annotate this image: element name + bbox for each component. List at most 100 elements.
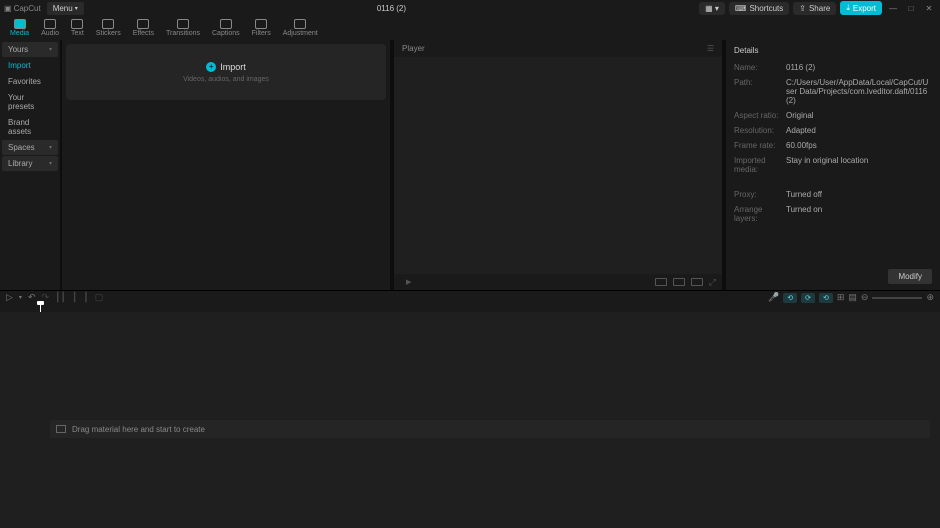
- detail-value: C:/Users/User/AppData/Local/CapCut/User …: [786, 78, 932, 105]
- player-menu-icon[interactable]: ☰: [707, 44, 714, 53]
- zoom-in-icon[interactable]: ⊕: [926, 292, 934, 303]
- media-area: + Import Videos, audios, and images: [62, 40, 390, 290]
- player-title: Player: [402, 44, 425, 53]
- link-chip-3[interactable]: ⟲: [819, 293, 833, 303]
- mic-icon[interactable]: 🎤: [768, 292, 779, 303]
- tool-label: Adjustment: [283, 30, 318, 37]
- timeline[interactable]: Drag material here and start to create: [0, 312, 940, 528]
- sidebar-item-label: Library: [8, 159, 32, 168]
- detail-label: Arrange layers:: [734, 205, 786, 223]
- detail-row: Imported media:Stay in original location: [734, 156, 932, 174]
- detail-row: Path:C:/Users/User/AppData/Local/CapCut/…: [734, 78, 932, 105]
- trim-left-icon[interactable]: ┃: [72, 292, 77, 303]
- detail-value: Turned off: [786, 190, 932, 199]
- detail-label: Name:: [734, 63, 786, 72]
- media-icon: [56, 425, 66, 433]
- layout-toggle[interactable]: ▦ ▾: [699, 2, 725, 15]
- tool-adjustment[interactable]: Adjustment: [277, 18, 324, 38]
- detail-label: Resolution:: [734, 126, 786, 135]
- magnet-icon[interactable]: ⊞: [837, 292, 845, 303]
- tool-effects[interactable]: Effects: [127, 18, 160, 38]
- share-button[interactable]: ⇪ Share: [793, 2, 836, 15]
- zoom-out-icon[interactable]: ⊖: [861, 292, 869, 303]
- tool-media[interactable]: Media: [4, 18, 35, 38]
- trim-right-icon[interactable]: ┃: [83, 292, 88, 303]
- pointer-icon[interactable]: ▷: [6, 292, 13, 303]
- effects-icon: [137, 19, 149, 29]
- detail-row: Aspect ratio:Original: [734, 111, 932, 120]
- import-label: Import: [220, 62, 246, 72]
- audio-icon: [44, 19, 56, 29]
- sidebar-item-label: Favorites: [8, 77, 41, 86]
- tool-label: Stickers: [96, 30, 121, 37]
- undo-icon[interactable]: ↶: [28, 292, 36, 303]
- sidebar-item-import[interactable]: Import: [2, 58, 58, 73]
- export-button[interactable]: ⤓ Export: [840, 1, 882, 15]
- split-icon[interactable]: ┃┃: [55, 292, 66, 303]
- tracks-icon[interactable]: ▤: [848, 292, 857, 303]
- sidebar-item-yours[interactable]: Yours: [2, 42, 58, 57]
- detail-row: Arrange layers:Turned on: [734, 205, 932, 223]
- player-panel: Player ☰ ▶ ⤢: [394, 40, 722, 290]
- timeline-ruler[interactable]: [0, 304, 940, 312]
- transitions-icon: [177, 19, 189, 29]
- menu-button[interactable]: Menu: [47, 2, 84, 15]
- detail-row: Proxy:Turned off: [734, 190, 932, 199]
- detail-value: 60.00fps: [786, 141, 932, 150]
- tool-label: Media: [10, 30, 29, 37]
- project-title: 0116 (2): [84, 4, 699, 13]
- sidebar-item-library[interactable]: Library: [2, 156, 58, 171]
- playhead[interactable]: [40, 304, 41, 312]
- detail-value: Stay in original location: [786, 156, 932, 174]
- shortcuts-button[interactable]: ⌨ Shortcuts: [729, 2, 789, 15]
- import-dropzone[interactable]: + Import Videos, audios, and images: [66, 44, 386, 100]
- sidebar-item-label: Brand assets: [8, 118, 52, 136]
- detail-row: Frame rate:60.00fps: [734, 141, 932, 150]
- pointer-chevron-icon[interactable]: ▾: [19, 294, 22, 301]
- detail-label: Proxy:: [734, 190, 786, 199]
- sidebar-item-label: Your presets: [8, 93, 52, 111]
- play-icon[interactable]: ▶: [406, 278, 411, 286]
- player-viewport: [394, 57, 722, 274]
- titlebar: CapCut Menu 0116 (2) ▦ ▾ ⌨ Shortcuts ⇪ S…: [0, 0, 940, 16]
- modify-button[interactable]: Modify: [888, 269, 932, 284]
- zoom-slider[interactable]: [872, 297, 922, 299]
- tool-audio[interactable]: Audio: [35, 18, 65, 38]
- detail-value: 0116 (2): [786, 63, 932, 72]
- detail-label: Path:: [734, 78, 786, 105]
- player-controls: ▶ ⤢: [394, 274, 722, 290]
- media-sidebar: Yours Import Favorites Your presets Brand as…: [0, 40, 60, 290]
- import-button[interactable]: + Import: [206, 62, 246, 72]
- fullscreen-icon[interactable]: [673, 278, 685, 286]
- link-chip-1[interactable]: ⟲: [783, 293, 797, 303]
- stickers-icon: [102, 19, 114, 29]
- sidebar-item-spaces[interactable]: Spaces: [2, 140, 58, 155]
- detail-label: Aspect ratio:: [734, 111, 786, 120]
- detail-value: Original: [786, 111, 932, 120]
- minimize-icon[interactable]: —: [886, 4, 900, 13]
- expand-icon[interactable]: ⤢: [709, 277, 716, 288]
- detail-row: Name:0116 (2): [734, 63, 932, 72]
- close-icon[interactable]: ✕: [922, 4, 936, 13]
- sidebar-item-label: Yours: [8, 45, 28, 54]
- detail-value: Turned on: [786, 205, 932, 223]
- sidebar-item-your-presets[interactable]: Your presets: [2, 90, 58, 114]
- detail-value: Adapted: [786, 126, 932, 135]
- tool-captions[interactable]: Captions: [206, 18, 246, 38]
- adjustment-icon: [294, 19, 306, 29]
- tool-label: Effects: [133, 30, 154, 37]
- link-chip-2[interactable]: ⟳: [801, 293, 815, 303]
- sidebar-item-favorites[interactable]: Favorites: [2, 74, 58, 89]
- delete-icon[interactable]: ▢: [95, 292, 104, 303]
- tool-stickers[interactable]: Stickers: [90, 18, 127, 38]
- text-icon: [71, 19, 83, 29]
- sidebar-item-brand-assets[interactable]: Brand assets: [2, 115, 58, 139]
- ratio-icon[interactable]: [655, 278, 667, 286]
- tool-transitions[interactable]: Transitions: [160, 18, 206, 38]
- tool-filters[interactable]: Filters: [246, 18, 277, 38]
- maximize-icon[interactable]: □: [904, 4, 918, 13]
- compare-icon[interactable]: [691, 278, 703, 286]
- tool-text[interactable]: Text: [65, 18, 90, 38]
- player-header: Player ☰: [394, 40, 722, 57]
- sidebar-item-label: Spaces: [8, 143, 35, 152]
